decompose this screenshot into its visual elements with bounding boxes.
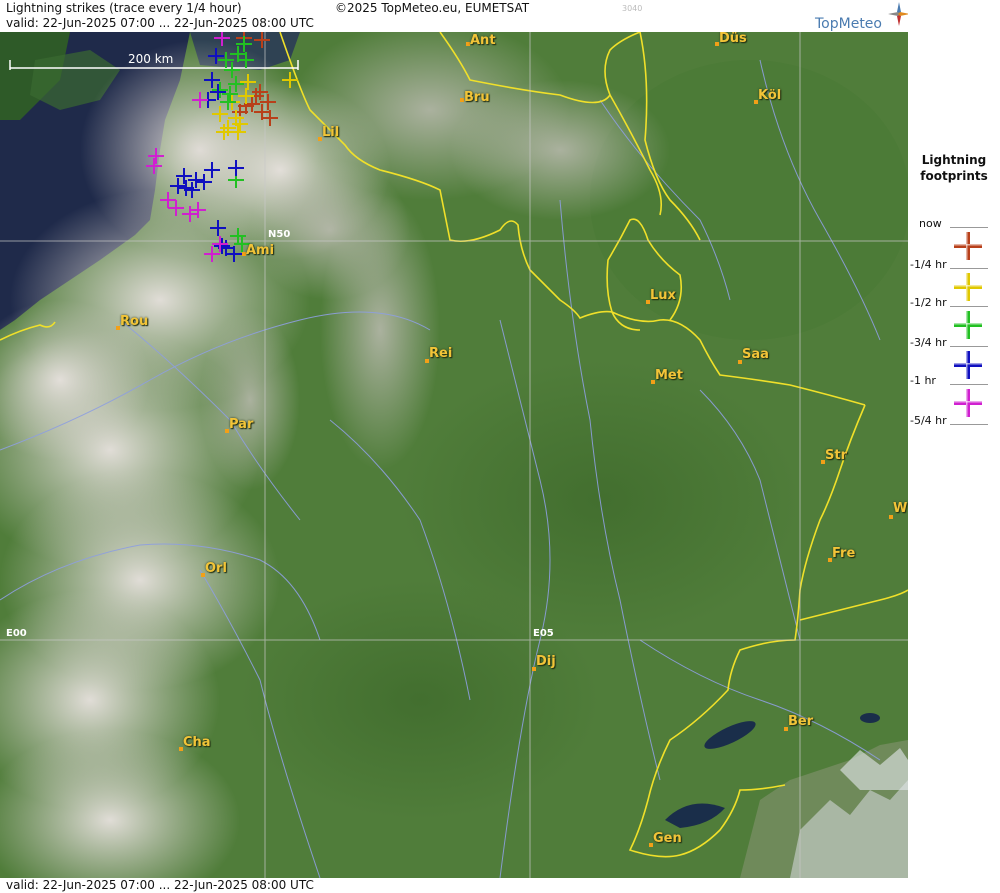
legend-label: -1 hr	[910, 374, 936, 387]
lightning-strike-marker	[212, 106, 228, 122]
image-code: 3040	[622, 4, 643, 13]
lightning-strike-marker	[214, 238, 230, 254]
lightning-strike-marker	[282, 72, 298, 88]
compass-icon	[888, 2, 910, 26]
lightning-strike-marker	[160, 192, 176, 208]
legend-label: -1/4 hr	[910, 258, 947, 271]
city-label[interactable]: Gen	[653, 831, 682, 846]
legend-strike-icon	[954, 389, 982, 417]
legend-label: -3/4 hr	[910, 336, 947, 349]
lightning-strike-marker	[220, 120, 236, 136]
legend-label: -1/2 hr	[910, 296, 947, 309]
lightning-strike-marker	[204, 162, 220, 178]
legend-divider	[950, 227, 988, 228]
city-label[interactable]: Dij	[536, 654, 556, 669]
legend-strike-icon	[954, 232, 982, 260]
legend-title: Lightning footprints	[908, 152, 1000, 184]
lightning-strike-marker	[204, 246, 220, 262]
lightning-strike-marker	[182, 206, 198, 222]
satellite-map[interactable]: 200 km N50 E00 E05 Ant Düs Bru Köl Lil A…	[0, 32, 908, 878]
legend-divider	[950, 384, 988, 385]
city-label[interactable]: Köl	[758, 88, 781, 103]
lightning-strike-marker	[192, 92, 208, 108]
map-title: Lightning strikes (trace every 1/4 hour)	[6, 1, 242, 15]
lightning-strike-marker	[228, 160, 244, 176]
footer-bar: valid: 22-Jun-2025 07:00 ... 22-Jun-2025…	[0, 878, 908, 893]
city-label[interactable]: Ami	[246, 243, 274, 258]
legend-title-line2: footprints	[920, 169, 988, 183]
lightning-strike-marker	[208, 48, 224, 64]
legend-label: now	[919, 217, 942, 230]
legend-strike-icon	[954, 273, 982, 301]
city-label[interactable]: Str	[825, 448, 847, 463]
city-label[interactable]: Saa	[742, 347, 769, 362]
city-label[interactable]: Met	[655, 368, 683, 383]
legend-label: -5/4 hr	[910, 414, 947, 427]
lightning-strike-marker	[210, 220, 226, 236]
city-label[interactable]: Lux	[650, 288, 676, 303]
lightning-strike-marker	[214, 32, 230, 46]
header-bar: Lightning strikes (trace every 1/4 hour)…	[0, 0, 910, 32]
legend-strike-icon	[954, 311, 982, 339]
lightning-strike-marker	[254, 32, 270, 48]
city-label[interactable]: Bru	[464, 90, 490, 105]
city-label[interactable]: Rei	[429, 346, 452, 361]
lightning-strike-marker	[190, 202, 206, 218]
legend-title-line1: Lightning	[921, 153, 987, 167]
lightning-strike-marker	[146, 158, 162, 174]
city-label[interactable]: Par	[229, 417, 253, 432]
legend-divider	[950, 346, 988, 347]
lightning-strike-marker	[216, 124, 232, 140]
brand-logo-text[interactable]: TopMeteo	[815, 16, 882, 32]
lightning-strike-marker	[148, 148, 164, 164]
city-label[interactable]: Fre	[832, 546, 855, 561]
city-label[interactable]: Orl	[205, 561, 227, 576]
lightning-strike-marker	[168, 200, 184, 216]
footer-valid-time: valid: 22-Jun-2025 07:00 ... 22-Jun-2025…	[6, 878, 314, 892]
lightning-strike-marker	[230, 124, 246, 140]
lightning-strike-marker	[196, 174, 212, 190]
city-label[interactable]: Lil	[322, 125, 339, 140]
city-label[interactable]: Cha	[183, 735, 211, 750]
lightning-strike-marker	[252, 84, 268, 100]
lightning-strike-marker	[220, 94, 236, 110]
lightning-strike-marker	[212, 82, 228, 98]
city-label[interactable]: Düs	[719, 32, 747, 46]
city-label[interactable]: Ber	[788, 714, 813, 729]
city-label[interactable]: W	[893, 501, 907, 516]
legend-divider	[950, 306, 988, 307]
lightning-strike-marker	[188, 172, 204, 188]
legend-divider	[950, 424, 988, 425]
city-label[interactable]: Ant	[470, 33, 496, 48]
legend-divider	[950, 268, 988, 269]
lightning-strike-marker	[230, 228, 246, 244]
legend-panel: Lightning footprints now -1/4 hr -1/2 hr -3…	[908, 0, 1000, 893]
legend-strike-icon	[954, 351, 982, 379]
lightning-strike-marker	[240, 74, 256, 90]
city-label[interactable]: Rou	[120, 314, 148, 329]
valid-time: valid: 22-Jun-2025 07:00 ... 22-Jun-2025…	[6, 16, 314, 30]
copyright-text: ©2025 TopMeteo.eu, EUMETSAT	[335, 1, 530, 15]
lightning-strikes-layer	[146, 32, 298, 262]
